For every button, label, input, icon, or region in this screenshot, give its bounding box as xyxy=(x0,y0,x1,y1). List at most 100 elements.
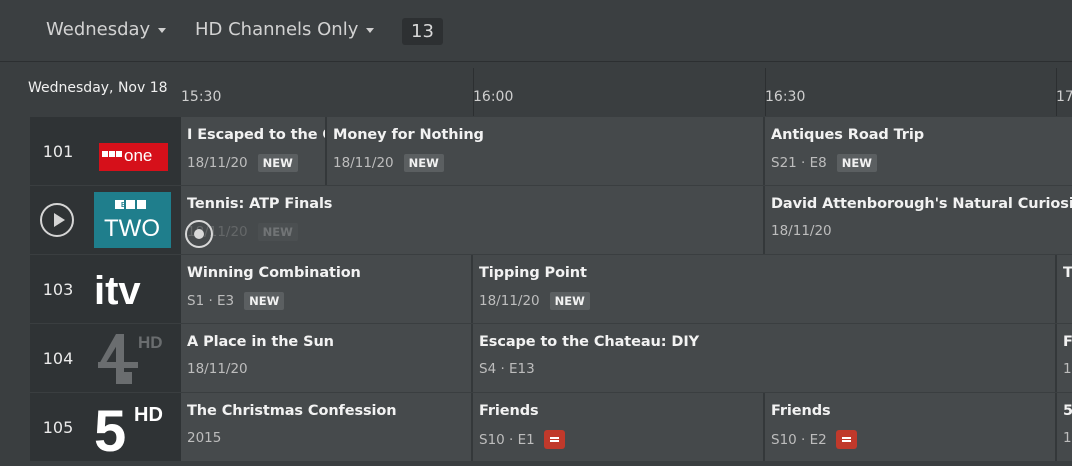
time-label: 17 xyxy=(1056,89,1072,105)
programme-cell[interactable]: Winning Combination S1 · E3 NEW xyxy=(181,255,473,323)
time-label: 15:30 xyxy=(181,89,222,105)
programme-info: S10 · E1 xyxy=(479,430,565,449)
time-divider xyxy=(765,68,766,116)
programme-info: 1 xyxy=(1063,430,1072,446)
programme-info: 18/11/20 NEW xyxy=(187,154,298,172)
programme-date: 18/11/20 xyxy=(187,361,248,377)
chevron-down-icon xyxy=(366,28,375,33)
programme-info: 18/11/20 NEW xyxy=(479,292,590,310)
new-badge: NEW xyxy=(257,223,298,241)
programme-title: Friends xyxy=(771,403,831,419)
programme-title: T xyxy=(1063,265,1072,281)
programme-info: S1 · E3 NEW xyxy=(187,292,285,310)
programme-cell[interactable]: A Place in the Sun 18/11/20 xyxy=(181,324,473,392)
bbc-one-logo: one xyxy=(99,143,168,171)
svg-text:itv: itv xyxy=(94,269,141,313)
channel-row-103[interactable]: 103 itv xyxy=(30,255,181,323)
programme-episode: S1 · E3 xyxy=(187,293,235,309)
channel-column: 101 one B TWO 103 itv 104 HD 105 5 HD xyxy=(30,117,181,463)
series-record-icon[interactable] xyxy=(835,430,857,449)
programme-episode: S10 · E1 xyxy=(479,431,535,448)
channel-number: 103 xyxy=(42,279,74,299)
programme-title: The Christmas Confession xyxy=(187,403,397,419)
programme-cell[interactable]: Friends S10 · E2 xyxy=(765,393,1057,461)
day-dropdown-label: Wednesday xyxy=(46,19,151,40)
programme-cell[interactable]: Money for Nothing 18/11/20 NEW xyxy=(327,117,765,185)
programme-cell[interactable]: F 1 xyxy=(1057,324,1072,392)
programme-title: 5 xyxy=(1063,403,1072,419)
programme-info: 1 xyxy=(1063,361,1072,377)
time-label: 16:00 xyxy=(473,89,514,105)
itv-logo: itv xyxy=(94,269,141,313)
programme-cell[interactable]: Escape to the Chateau: DIY S4 · E13 xyxy=(473,324,1057,392)
svg-text:HD: HD xyxy=(134,404,163,426)
programme-title: Winning Combination xyxy=(187,265,361,281)
programme-episode: S21 · E8 xyxy=(771,155,827,171)
programme-info: S21 · E8 NEW xyxy=(771,154,877,172)
programme-episode: S4 · E13 xyxy=(479,361,535,377)
new-badge: NEW xyxy=(549,292,590,310)
svg-text:HD: HD xyxy=(138,333,163,352)
programme-info: 18/11/20 NEW xyxy=(333,154,444,172)
channel-row-105[interactable]: 105 5 HD xyxy=(30,393,181,461)
programme-title: David Attenborough's Natural Curiosities xyxy=(771,196,1072,212)
programme-title: Money for Nothing xyxy=(333,127,484,143)
guide-date-label: Wednesday, Nov 18 xyxy=(28,80,168,96)
programme-title: Friends xyxy=(479,403,539,419)
channel-number: 105 xyxy=(42,417,74,437)
time-label: 16:30 xyxy=(765,89,806,105)
chevron-down-icon xyxy=(158,28,167,33)
svg-text:one: one xyxy=(124,146,152,165)
programme-title: Escape to the Chateau: DIY xyxy=(479,334,700,350)
programme-date: 1 xyxy=(1063,430,1072,446)
programme-cell[interactable]: I Escaped to the Country 18/11/20 NEW xyxy=(181,117,327,185)
programme-date: 18/11/20 xyxy=(479,293,540,309)
new-badge: NEW xyxy=(257,154,298,172)
now-playing-icon[interactable] xyxy=(185,220,213,248)
programme-title: Antiques Road Trip xyxy=(771,127,924,143)
channel-count-badge: 13 xyxy=(402,18,443,45)
programme-cell[interactable]: Tipping Point 18/11/20 NEW xyxy=(473,255,1057,323)
play-icon[interactable] xyxy=(40,203,74,237)
programme-info: S10 · E2 xyxy=(771,430,857,449)
programme-cell[interactable]: T xyxy=(1057,255,1072,323)
svg-text:5: 5 xyxy=(94,399,126,455)
channel-row-104[interactable]: 104 HD xyxy=(30,324,181,392)
channel-filter-dropdown[interactable]: HD Channels Only xyxy=(195,19,375,40)
bbc-two-logo: B TWO xyxy=(94,192,171,248)
programme-cell[interactable]: Friends S10 · E1 xyxy=(473,393,765,461)
programme-grid: I Escaped to the Country 18/11/20 NEW Mo… xyxy=(181,117,1072,463)
programme-cell[interactable]: Antiques Road Trip S21 · E8 NEW xyxy=(765,117,1072,185)
channel-row-101[interactable]: 101 one xyxy=(30,117,181,185)
channel-number: 101 xyxy=(42,141,74,161)
programme-date: 18/11/20 xyxy=(187,155,248,171)
time-divider xyxy=(1056,68,1057,116)
time-divider xyxy=(473,68,474,116)
programme-info: 18/11/20 xyxy=(771,223,832,239)
channel-filter-label: HD Channels Only xyxy=(195,19,359,40)
programme-year: 2015 xyxy=(187,430,222,446)
series-record-icon[interactable] xyxy=(543,430,565,449)
programme-date: 1 xyxy=(1063,361,1072,377)
programme-cell[interactable]: The Christmas Confession 2015 xyxy=(181,393,473,461)
programme-title: A Place in the Sun xyxy=(187,334,334,350)
programme-date: 18/11/20 xyxy=(333,155,394,171)
channel-row-bbc-two[interactable]: B TWO xyxy=(30,186,181,254)
programme-title: Tennis: ATP Finals xyxy=(187,196,333,212)
programme-episode: S10 · E2 xyxy=(771,431,827,448)
day-dropdown[interactable]: Wednesday xyxy=(46,19,167,40)
programme-info: S4 · E13 xyxy=(479,361,535,377)
new-badge: NEW xyxy=(244,292,285,310)
svg-text:B: B xyxy=(121,202,126,209)
programme-cell-now-playing[interactable]: Tennis: ATP Finals 18/11/20 NEW xyxy=(181,186,765,254)
programme-cell[interactable]: 5 1 xyxy=(1057,393,1072,461)
new-badge: NEW xyxy=(403,154,444,172)
top-bar: Wednesday HD Channels Only 13 xyxy=(0,0,1072,62)
programme-date: 18/11/20 xyxy=(771,223,832,239)
programme-cell[interactable]: David Attenborough's Natural Curiosities… xyxy=(765,186,1072,254)
channel-4-hd-logo: HD xyxy=(98,333,163,384)
programme-info: 18/11/20 xyxy=(187,361,248,377)
programme-info: 2015 xyxy=(187,430,221,446)
programme-title: F xyxy=(1063,334,1072,350)
programme-title: I Escaped to the Country xyxy=(187,127,325,143)
